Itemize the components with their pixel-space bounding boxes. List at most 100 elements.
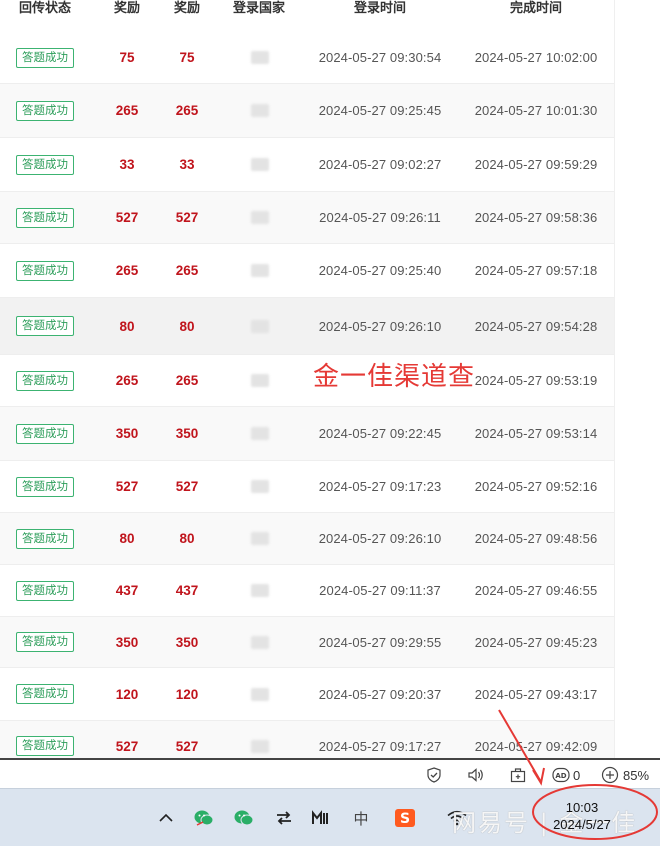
speaker-icon[interactable]	[467, 767, 485, 783]
login-time: 2024-05-27 09:30:54	[318, 50, 442, 65]
header-reward-2[interactable]: 奖励	[162, 0, 212, 22]
country-cell	[240, 32, 280, 83]
header-done-time[interactable]: 完成时间	[462, 0, 610, 22]
table-row[interactable]: 答题成功 80 80 2024-05-27 09:26:10 2024-05-27 09…	[0, 298, 614, 355]
status-cell: 答题成功	[8, 84, 82, 137]
reward-value: 120	[175, 686, 199, 702]
status-cell: 答题成功	[8, 192, 82, 243]
done-time: 2024-05-27 09:53:19	[474, 373, 598, 388]
done-time: 2024-05-27 09:45:23	[474, 634, 598, 650]
wechat-icon[interactable]	[193, 807, 215, 829]
watermark-label: 金一佳渠道查	[313, 362, 476, 392]
clock-date: 2024/5/27	[553, 817, 611, 832]
reward-cell: 120	[162, 668, 212, 720]
table-row[interactable]: 答题成功 350 350 2024-05-27 09:22:45 2024-05-27 …	[0, 407, 614, 461]
login-time: 2024-05-27 09:25:40	[318, 263, 442, 278]
login-time-cell: 2024-05-27 09:25:40	[300, 244, 460, 297]
header-country[interactable]: 登录国家	[226, 0, 292, 22]
status-badge: 答题成功	[16, 736, 74, 756]
reward-cell: 33	[162, 138, 212, 191]
login-time: 2024-05-27 09:26:11	[319, 210, 441, 225]
reward-value: 80	[119, 531, 135, 546]
country-flag-blurred	[251, 211, 269, 224]
app-logo-icon[interactable]	[310, 807, 332, 829]
chevron-up-icon[interactable]	[158, 807, 174, 829]
reward-cell: 527	[162, 461, 212, 512]
reward-value: 265	[175, 103, 199, 118]
country-cell	[240, 565, 280, 616]
login-time-cell: 2024-05-27 09:29:55	[300, 617, 460, 667]
done-time-cell: 2024-05-27 09:53:19	[462, 355, 610, 406]
reward-value: 80	[179, 318, 195, 334]
svg-text:S: S	[400, 811, 410, 827]
table-row[interactable]: 答题成功 527 527 2024-05-27 09:17:27 2024-05-27 …	[0, 721, 614, 758]
done-time-cell: 2024-05-27 09:43:17	[462, 668, 610, 720]
reward-value: 527	[175, 210, 199, 225]
reward-value: 80	[179, 531, 195, 546]
reward-cell: 80	[162, 513, 212, 564]
status-badge: 答题成功	[16, 476, 74, 497]
table-row[interactable]: 答题成功 527 527 2024-05-27 09:26:11 2024-05-27 …	[0, 192, 614, 244]
done-time: 2024-05-27 10:01:30	[474, 103, 598, 118]
reward-value: 350	[115, 426, 139, 441]
reward-cell: 33	[104, 138, 150, 191]
table-row[interactable]: 答题成功 527 527 2024-05-27 09:17:23 2024-05-27 …	[0, 461, 614, 513]
status-cell: 答题成功	[8, 355, 82, 406]
header-reward-1[interactable]: 奖励	[104, 0, 150, 22]
header-status[interactable]: 回传状态	[8, 0, 82, 22]
table-row[interactable]: 答题成功 120 120 2024-05-27 09:20:37 2024-05-27 …	[0, 668, 614, 721]
table-row[interactable]: 答题成功 33 33 2024-05-27 09:02:27 2024-05-27 09…	[0, 138, 614, 192]
header-login-time[interactable]: 登录时间	[300, 0, 460, 22]
login-time: 2024-05-27 09:20:37	[318, 686, 442, 702]
country-flag-blurred	[251, 374, 269, 387]
reward-cell: 265	[162, 244, 212, 297]
country-flag-blurred	[251, 739, 269, 753]
country-flag-blurred	[251, 104, 269, 117]
status-cell: 答题成功	[8, 617, 82, 667]
shield-icon[interactable]	[426, 767, 442, 783]
table-row[interactable]: 答题成功 265 265 2024-05-27 09:53:19	[0, 355, 614, 407]
done-time: 2024-05-27 09:48:56	[474, 531, 598, 546]
reward-cell: 265	[104, 244, 150, 297]
table-row[interactable]: 答题成功 75 75 2024-05-27 09:30:54 2024-05-27 10…	[0, 32, 614, 84]
transfer-icon[interactable]	[274, 807, 294, 829]
table-row[interactable]: 答题成功 80 80 2024-05-27 09:26:10 2024-05-27 09…	[0, 513, 614, 565]
country-cell	[240, 138, 280, 191]
reward-cell: 350	[104, 407, 150, 460]
country-cell	[240, 84, 280, 137]
sogou-icon[interactable]: S	[393, 807, 417, 829]
login-time-cell: 2024-05-27 09:11:37	[300, 565, 460, 616]
country-flag-blurred	[251, 51, 269, 64]
table-row[interactable]: 答题成功 437 437 2024-05-27 09:11:37 2024-05-27 …	[0, 565, 614, 617]
zoom-indicator[interactable]: 85%	[601, 766, 649, 784]
reward-value: 75	[119, 50, 135, 65]
login-time: 2024-05-27 09:26:10	[318, 318, 442, 334]
done-time: 2024-05-27 09:57:18	[474, 263, 598, 278]
table-row[interactable]: 答题成功 265 265 2024-05-27 09:25:45 2024-05-27 …	[0, 84, 614, 138]
done-time-cell: 2024-05-27 09:54:28	[462, 298, 610, 354]
reward-cell: 527	[162, 192, 212, 243]
ime-indicator[interactable]: 中	[350, 807, 372, 829]
done-time: 2024-05-27 09:53:14	[474, 426, 598, 441]
ad-block-indicator[interactable]: AD 0	[552, 767, 580, 783]
taskbar-clock[interactable]: 10:03 2024/5/27	[540, 799, 624, 833]
done-time-cell: 2024-05-27 09:46:55	[462, 565, 610, 616]
reward-cell: 350	[162, 617, 212, 667]
country-cell	[240, 244, 280, 297]
country-flag-blurred	[251, 687, 269, 701]
scrollbar[interactable]	[614, 0, 660, 758]
country-flag-blurred	[251, 584, 269, 597]
reward-value: 350	[115, 634, 139, 650]
reward-cell: 120	[104, 668, 150, 720]
login-time-cell: 2024-05-27 09:02:27	[300, 138, 460, 191]
reward-cell: 437	[104, 565, 150, 616]
wechat-work-icon[interactable]	[233, 807, 255, 829]
ad-block-count: 0	[573, 767, 581, 783]
country-cell	[240, 461, 280, 512]
table-row[interactable]: 答题成功 350 350 2024-05-27 09:29:55 2024-05-27 …	[0, 617, 614, 668]
ad-block-icon: AD	[552, 767, 570, 783]
login-time: 2024-05-27 09:22:45	[318, 426, 442, 441]
reward-value: 527	[175, 479, 199, 494]
table-row[interactable]: 答题成功 265 265 2024-05-27 09:25:40 2024-05-27 …	[0, 244, 614, 298]
toolbox-icon[interactable]	[510, 767, 526, 783]
